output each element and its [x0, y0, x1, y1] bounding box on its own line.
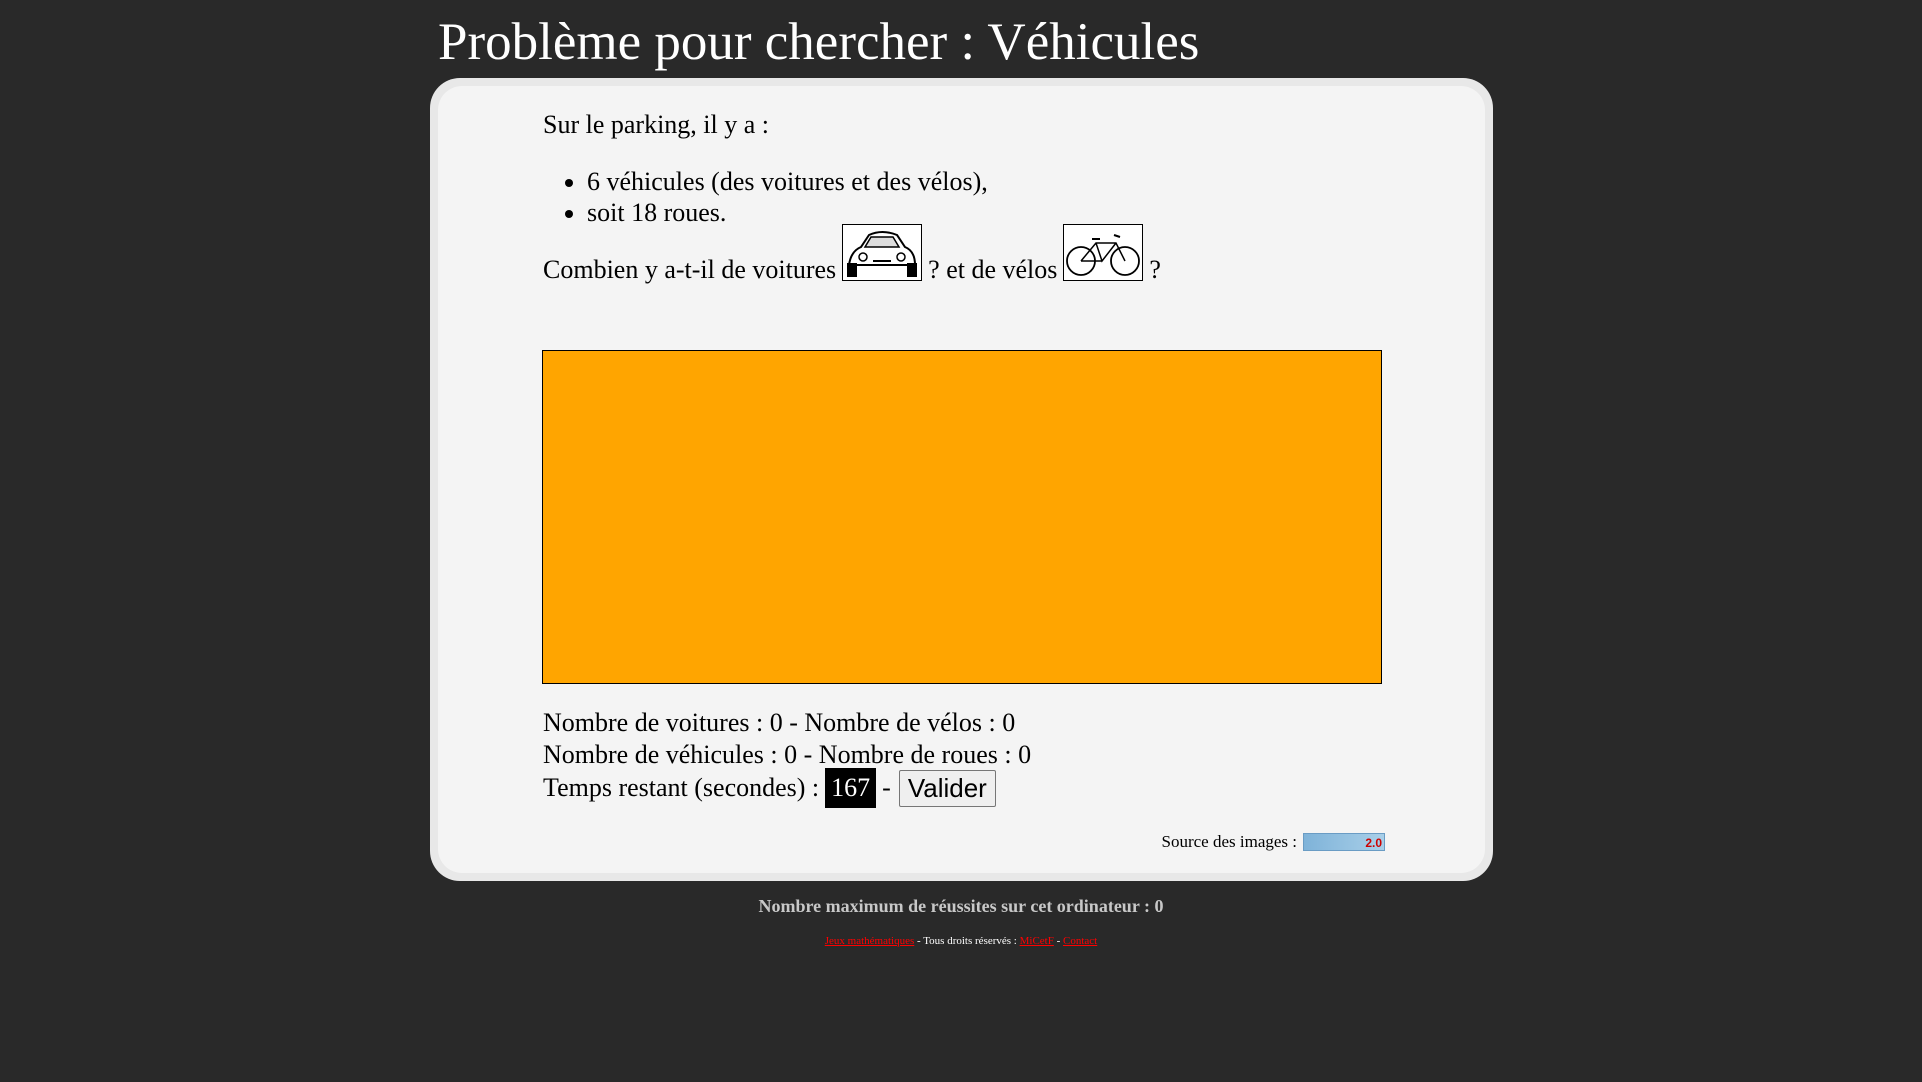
validate-button[interactable]: Valider	[898, 769, 996, 807]
timer-label: Temps restant (secondes) :	[543, 773, 820, 802]
question-part1: Combien y a-t-il de voitures	[543, 255, 837, 284]
problem-card: Sur le parking, il y a : 6 véhicules (de…	[430, 78, 1493, 881]
image-source-logo[interactable]: 2.0	[1303, 833, 1385, 851]
fact-vehicles: 6 véhicules (des voitures et des vélos),	[587, 166, 988, 197]
footer-link-games[interactable]: Jeux mathématiques	[825, 935, 915, 947]
question-part3: ?	[1149, 255, 1161, 284]
intro-text: Sur le parking, il y a :	[543, 110, 770, 139]
car-image	[842, 224, 923, 281]
page-title: Problème pour chercher : Véhicules	[438, 13, 1200, 71]
facts-list: 6 véhicules (des voitures et des vélos),…	[543, 166, 988, 228]
problem-card-inner: Sur le parking, il y a : 6 véhicules (de…	[438, 86, 1485, 873]
max-score: Nombre maximum de réussites sur cet ordi…	[758, 896, 1164, 916]
footer: Jeux mathématiques - Tous droits réservé…	[0, 935, 1922, 947]
parking-play-area[interactable]	[542, 350, 1382, 684]
footer-rights: - Tous droits réservés :	[914, 935, 1020, 947]
image-source: Source des images : 2.0	[1161, 832, 1385, 852]
footer-link-contact[interactable]: Contact	[1063, 935, 1097, 947]
footer-link-author[interactable]: MiCetF	[1020, 935, 1054, 947]
timer-separator: -	[882, 773, 891, 802]
question: Combien y a-t-il de voitures ? et de vél…	[543, 224, 1161, 285]
question-part2: ? et de vélos	[928, 255, 1058, 284]
logo-text: 2.0	[1365, 836, 1382, 850]
count-vehicles-wheels: Nombre de véhicules : 0 - Nombre de roue…	[543, 740, 1032, 769]
bicycle-image	[1063, 224, 1144, 281]
timer-value: 167	[825, 768, 877, 808]
image-source-label: Source des images :	[1161, 832, 1298, 851]
footer-sep: -	[1053, 935, 1064, 947]
timer-row: Temps restant (secondes) : 167 - Valider	[543, 768, 996, 808]
count-cars-bikes: Nombre de voitures : 0 - Nombre de vélos…	[543, 708, 1016, 737]
